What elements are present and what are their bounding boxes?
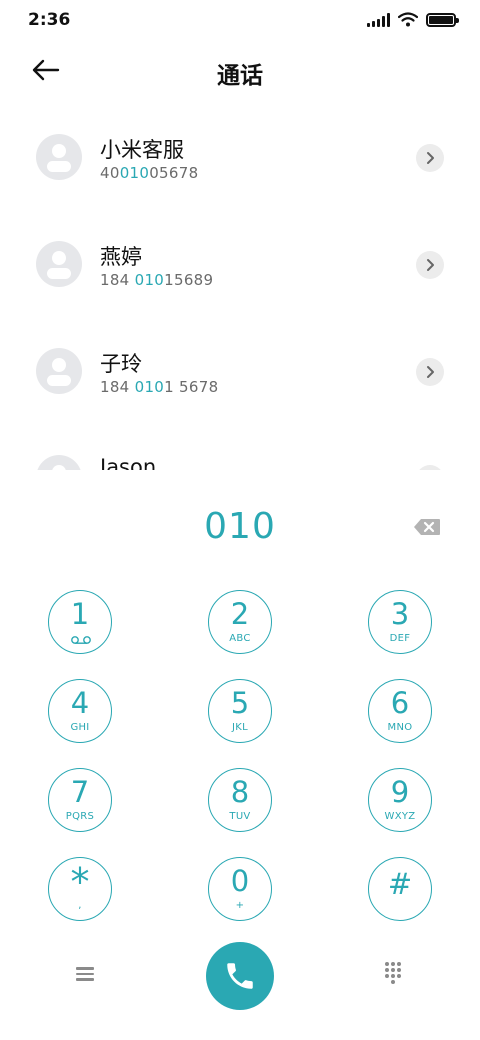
contact-list[interactable]: 小米客服 4001005678 燕婷 184 01015689 子玲 184 0… [0,100,480,470]
key-8[interactable]: 8 TUV [208,768,272,832]
contact-detail-button[interactable] [416,465,444,470]
contact-detail-button[interactable] [416,358,444,386]
dial-display: 010 [0,500,480,560]
contact-number: 184 0101 5678 [100,378,219,396]
call-button[interactable] [206,942,274,1010]
contact-name: 燕婷 [100,245,142,269]
key-3[interactable]: 3 DEF [368,590,432,654]
wifi-icon [398,12,418,27]
page-title: 通话 [217,63,263,89]
contact-detail-button[interactable] [416,144,444,172]
key-9[interactable]: 9 WXYZ [368,768,432,832]
key-hash[interactable]: # [368,857,432,921]
key-2[interactable]: 2 ABC [208,590,272,654]
contact-number: 4001005678 [100,164,199,182]
dialpad-toggle-button[interactable] [384,962,406,986]
backspace-icon [414,519,440,535]
contact-name: Jason [100,455,157,470]
backspace-button[interactable] [412,516,442,538]
battery-icon [426,12,459,27]
avatar [36,241,82,287]
key-7[interactable]: 7 PQRS [48,768,112,832]
chevron-right-icon [427,366,434,378]
header: 通话 [0,46,480,94]
key-6[interactable]: 6 MNO [368,679,432,743]
menu-button[interactable] [72,964,98,986]
signal-icon [367,12,390,27]
avatar [36,455,82,470]
contact-number: 184 01015689 [100,271,214,289]
avatar [36,348,82,394]
bottom-bar [0,940,480,1012]
contact-row[interactable]: 燕婷 184 01015689 [0,207,480,314]
chevron-right-icon [427,152,434,164]
phone-icon [227,963,253,989]
avatar [36,134,82,180]
dialed-number: 010 [204,506,276,547]
contact-name: 小米客服 [100,138,184,162]
chevron-right-icon [427,259,434,271]
contact-row[interactable]: Jason [0,421,480,470]
status-bar: 2:36 [0,0,480,40]
status-icons [367,12,459,27]
status-time: 2:36 [28,10,71,30]
key-0[interactable]: 0 + [208,857,272,921]
key-5[interactable]: 5 JKL [208,679,272,743]
key-star[interactable]: * , [48,857,112,921]
contact-row[interactable]: 子玲 184 0101 5678 [0,314,480,421]
voicemail-icon [71,636,91,644]
menu-icon [72,967,98,981]
contact-name: 子玲 [100,352,142,376]
key-4[interactable]: 4 GHI [48,679,112,743]
contact-detail-button[interactable] [416,251,444,279]
key-1[interactable]: 1 [48,590,112,654]
contact-row[interactable]: 小米客服 4001005678 [0,100,480,207]
